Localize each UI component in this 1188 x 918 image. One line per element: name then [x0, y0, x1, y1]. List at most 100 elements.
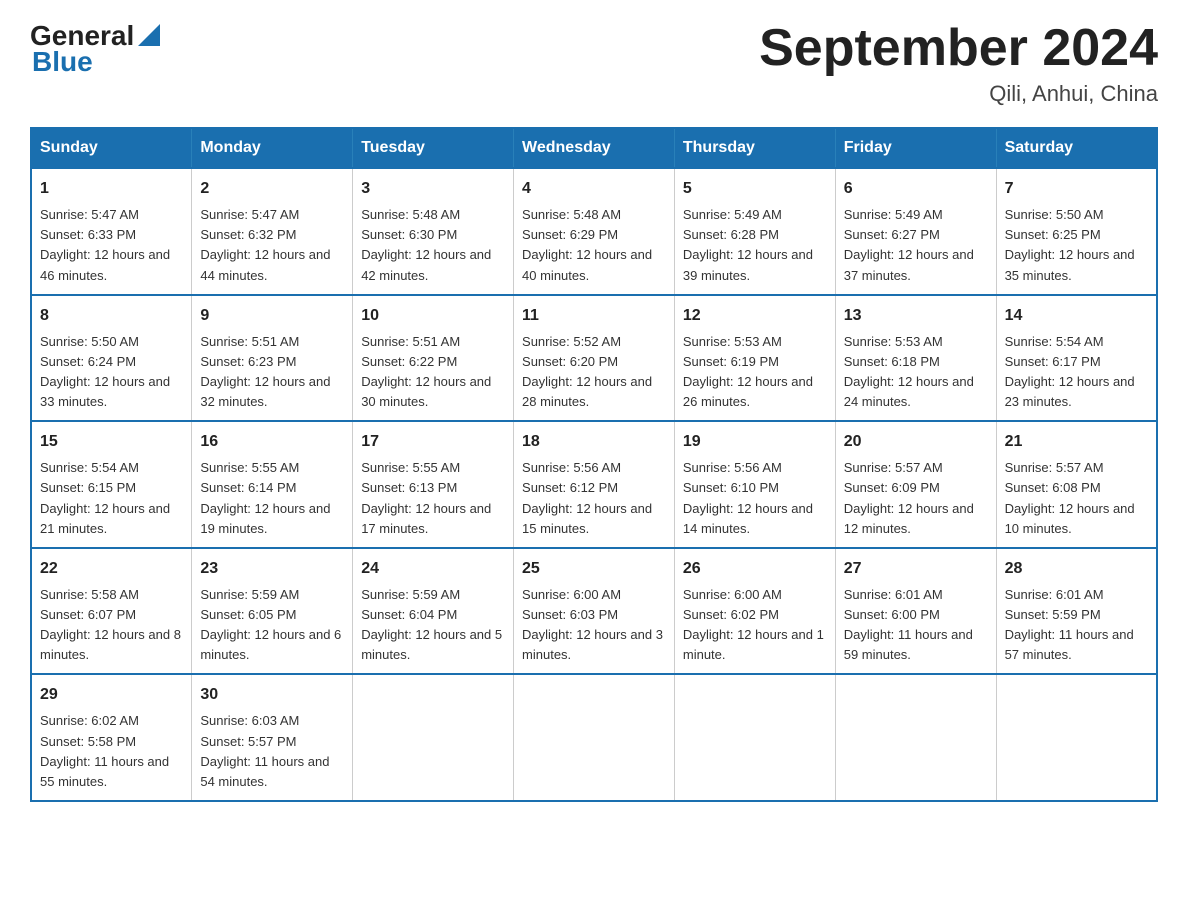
day-number: 12 [683, 304, 827, 328]
calendar-title: September 2024 [759, 20, 1158, 77]
day-number: 25 [522, 557, 666, 581]
calendar-week-2: 8 Sunrise: 5:50 AMSunset: 6:24 PMDaylight… [31, 295, 1157, 422]
calendar-cell: 11 Sunrise: 5:52 AMSunset: 6:20 PMDayligh… [514, 295, 675, 422]
day-number: 26 [683, 557, 827, 581]
calendar-cell: 24 Sunrise: 5:59 AMSunset: 6:04 PMDayligh… [353, 548, 514, 675]
calendar-cell: 26 Sunrise: 6:00 AMSunset: 6:02 PMDayligh… [674, 548, 835, 675]
day-number: 27 [844, 557, 988, 581]
calendar-cell [674, 674, 835, 801]
day-info: Sunrise: 6:01 AMSunset: 5:59 PMDaylight:… [1005, 585, 1148, 666]
day-number: 17 [361, 430, 505, 454]
calendar-header: SundayMondayTuesdayWednesdayThursdayFrid… [31, 128, 1157, 168]
calendar-cell: 1 Sunrise: 5:47 AMSunset: 6:33 PMDaylight… [31, 168, 192, 295]
day-number: 9 [200, 304, 344, 328]
day-number: 1 [40, 177, 183, 201]
day-number: 10 [361, 304, 505, 328]
calendar-cell: 15 Sunrise: 5:54 AMSunset: 6:15 PMDayligh… [31, 421, 192, 548]
day-info: Sunrise: 5:53 AMSunset: 6:18 PMDaylight:… [844, 332, 988, 413]
day-number: 21 [1005, 430, 1148, 454]
calendar-week-4: 22 Sunrise: 5:58 AMSunset: 6:07 PMDayligh… [31, 548, 1157, 675]
calendar-cell: 14 Sunrise: 5:54 AMSunset: 6:17 PMDayligh… [996, 295, 1157, 422]
calendar-cell: 25 Sunrise: 6:00 AMSunset: 6:03 PMDayligh… [514, 548, 675, 675]
calendar-cell: 7Sunrise: 5:50 AMSunset: 6:25 PMDaylight… [996, 168, 1157, 295]
day-info: Sunrise: 5:48 AMSunset: 6:29 PMDaylight:… [522, 205, 666, 286]
calendar-body: 1 Sunrise: 5:47 AMSunset: 6:33 PMDaylight… [31, 168, 1157, 801]
day-info: Sunrise: 5:52 AMSunset: 6:20 PMDaylight:… [522, 332, 666, 413]
day-number: 28 [1005, 557, 1148, 581]
day-number: 24 [361, 557, 505, 581]
calendar-cell: 5Sunrise: 5:49 AMSunset: 6:28 PMDaylight… [674, 168, 835, 295]
header-day-saturday: Saturday [996, 128, 1157, 168]
day-info: Sunrise: 5:50 AMSunset: 6:25 PMDaylight:… [1005, 205, 1148, 286]
title-section: September 2024 Qili, Anhui, China [759, 20, 1158, 107]
logo-triangle-icon [138, 24, 160, 46]
day-number: 15 [40, 430, 183, 454]
day-info: Sunrise: 5:59 AMSunset: 6:05 PMDaylight:… [200, 585, 344, 666]
calendar-cell: 30Sunrise: 6:03 AMSunset: 5:57 PMDayligh… [192, 674, 353, 801]
calendar-cell: 10 Sunrise: 5:51 AMSunset: 6:22 PMDayligh… [353, 295, 514, 422]
calendar-cell: 17 Sunrise: 5:55 AMSunset: 6:13 PMDayligh… [353, 421, 514, 548]
logo: General Blue [30, 20, 160, 78]
calendar-cell: 29Sunrise: 6:02 AMSunset: 5:58 PMDayligh… [31, 674, 192, 801]
day-number: 4 [522, 177, 666, 201]
day-number: 18 [522, 430, 666, 454]
calendar-cell: 16Sunrise: 5:55 AMSunset: 6:14 PMDayligh… [192, 421, 353, 548]
day-info: Sunrise: 5:47 AMSunset: 6:33 PMDaylight:… [40, 205, 183, 286]
calendar-cell: 19Sunrise: 5:56 AMSunset: 6:10 PMDayligh… [674, 421, 835, 548]
day-info: Sunrise: 5:56 AMSunset: 6:10 PMDaylight:… [683, 458, 827, 539]
calendar-cell: 6 Sunrise: 5:49 AMSunset: 6:27 PMDaylight… [835, 168, 996, 295]
day-info: Sunrise: 5:55 AMSunset: 6:13 PMDaylight:… [361, 458, 505, 539]
header-day-tuesday: Tuesday [353, 128, 514, 168]
day-info: Sunrise: 5:57 AMSunset: 6:09 PMDaylight:… [844, 458, 988, 539]
calendar-cell: 9 Sunrise: 5:51 AMSunset: 6:23 PMDaylight… [192, 295, 353, 422]
calendar-cell: 2 Sunrise: 5:47 AMSunset: 6:32 PMDaylight… [192, 168, 353, 295]
day-info: Sunrise: 6:00 AMSunset: 6:02 PMDaylight:… [683, 585, 827, 666]
day-info: Sunrise: 5:51 AMSunset: 6:22 PMDaylight:… [361, 332, 505, 413]
header-day-sunday: Sunday [31, 128, 192, 168]
day-info: Sunrise: 5:49 AMSunset: 6:27 PMDaylight:… [844, 205, 988, 286]
day-info: Sunrise: 5:54 AMSunset: 6:17 PMDaylight:… [1005, 332, 1148, 413]
calendar-cell: 12 Sunrise: 5:53 AMSunset: 6:19 PMDayligh… [674, 295, 835, 422]
day-number: 30 [200, 683, 344, 707]
calendar-table: SundayMondayTuesdayWednesdayThursdayFrid… [30, 127, 1158, 802]
day-number: 3 [361, 177, 505, 201]
calendar-cell: 27Sunrise: 6:01 AMSunset: 6:00 PMDayligh… [835, 548, 996, 675]
header-day-friday: Friday [835, 128, 996, 168]
calendar-week-1: 1 Sunrise: 5:47 AMSunset: 6:33 PMDaylight… [31, 168, 1157, 295]
day-number: 16 [200, 430, 344, 454]
day-info: Sunrise: 6:00 AMSunset: 6:03 PMDaylight:… [522, 585, 666, 666]
calendar-cell [996, 674, 1157, 801]
calendar-cell [514, 674, 675, 801]
calendar-cell: 3 Sunrise: 5:48 AMSunset: 6:30 PMDaylight… [353, 168, 514, 295]
page-header: General Blue September 2024 Qili, Anhui,… [30, 20, 1158, 107]
day-info: Sunrise: 5:50 AMSunset: 6:24 PMDaylight:… [40, 332, 183, 413]
calendar-cell: 22 Sunrise: 5:58 AMSunset: 6:07 PMDayligh… [31, 548, 192, 675]
header-day-wednesday: Wednesday [514, 128, 675, 168]
day-number: 2 [200, 177, 344, 201]
day-info: Sunrise: 5:59 AMSunset: 6:04 PMDaylight:… [361, 585, 505, 666]
day-number: 22 [40, 557, 183, 581]
day-number: 11 [522, 304, 666, 328]
day-number: 6 [844, 177, 988, 201]
day-number: 20 [844, 430, 988, 454]
calendar-cell: 13 Sunrise: 5:53 AMSunset: 6:18 PMDayligh… [835, 295, 996, 422]
calendar-cell: 23Sunrise: 5:59 AMSunset: 6:05 PMDayligh… [192, 548, 353, 675]
calendar-cell: 4 Sunrise: 5:48 AMSunset: 6:29 PMDaylight… [514, 168, 675, 295]
day-info: Sunrise: 5:54 AMSunset: 6:15 PMDaylight:… [40, 458, 183, 539]
header-row: SundayMondayTuesdayWednesdayThursdayFrid… [31, 128, 1157, 168]
day-number: 13 [844, 304, 988, 328]
calendar-cell [835, 674, 996, 801]
calendar-cell: 21Sunrise: 5:57 AMSunset: 6:08 PMDayligh… [996, 421, 1157, 548]
day-info: Sunrise: 5:56 AMSunset: 6:12 PMDaylight:… [522, 458, 666, 539]
day-number: 5 [683, 177, 827, 201]
day-info: Sunrise: 5:58 AMSunset: 6:07 PMDaylight:… [40, 585, 183, 666]
day-info: Sunrise: 5:47 AMSunset: 6:32 PMDaylight:… [200, 205, 344, 286]
day-number: 8 [40, 304, 183, 328]
day-info: Sunrise: 5:51 AMSunset: 6:23 PMDaylight:… [200, 332, 344, 413]
calendar-cell: 18 Sunrise: 5:56 AMSunset: 6:12 PMDayligh… [514, 421, 675, 548]
day-info: Sunrise: 5:53 AMSunset: 6:19 PMDaylight:… [683, 332, 827, 413]
logo-text-blue: Blue [32, 46, 93, 78]
day-number: 14 [1005, 304, 1148, 328]
header-day-monday: Monday [192, 128, 353, 168]
day-info: Sunrise: 5:48 AMSunset: 6:30 PMDaylight:… [361, 205, 505, 286]
